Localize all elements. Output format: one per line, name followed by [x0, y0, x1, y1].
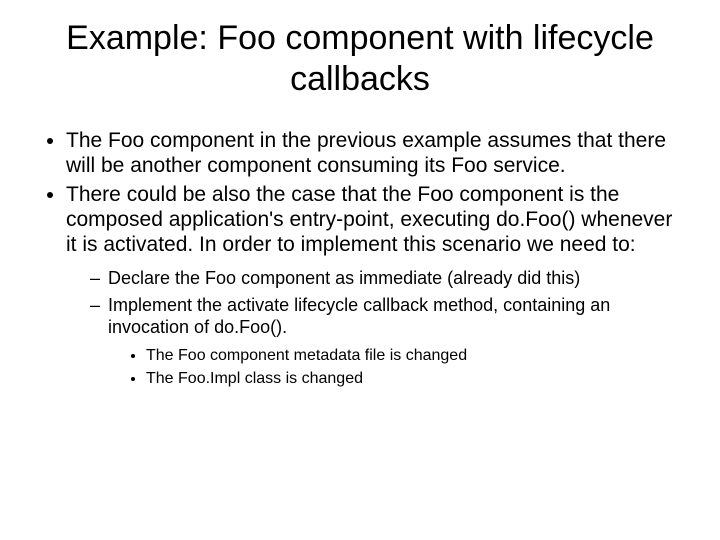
bullet-item: The Foo component metadata file is chang… [146, 346, 684, 365]
bullet-item: The Foo.Impl class is changed [146, 369, 684, 388]
bullet-list-level3: The Foo component metadata file is chang… [108, 346, 684, 387]
bullet-item: Implement the activate lifecycle callbac… [94, 295, 684, 388]
bullet-item: Declare the Foo component as immediate (… [94, 268, 684, 290]
bullet-item: The Foo component in the previous exampl… [66, 128, 684, 178]
slide: Example: Foo component with lifecycle ca… [0, 0, 720, 540]
bullet-text: Implement the activate lifecycle callbac… [108, 295, 610, 337]
slide-title: Example: Foo component with lifecycle ca… [36, 18, 684, 100]
bullet-text: There could be also the case that the Fo… [66, 183, 672, 256]
bullet-list-level1: The Foo component in the previous exampl… [36, 128, 684, 388]
bullet-item: There could be also the case that the Fo… [66, 182, 684, 388]
bullet-list-level2: Declare the Foo component as immediate (… [66, 268, 684, 388]
